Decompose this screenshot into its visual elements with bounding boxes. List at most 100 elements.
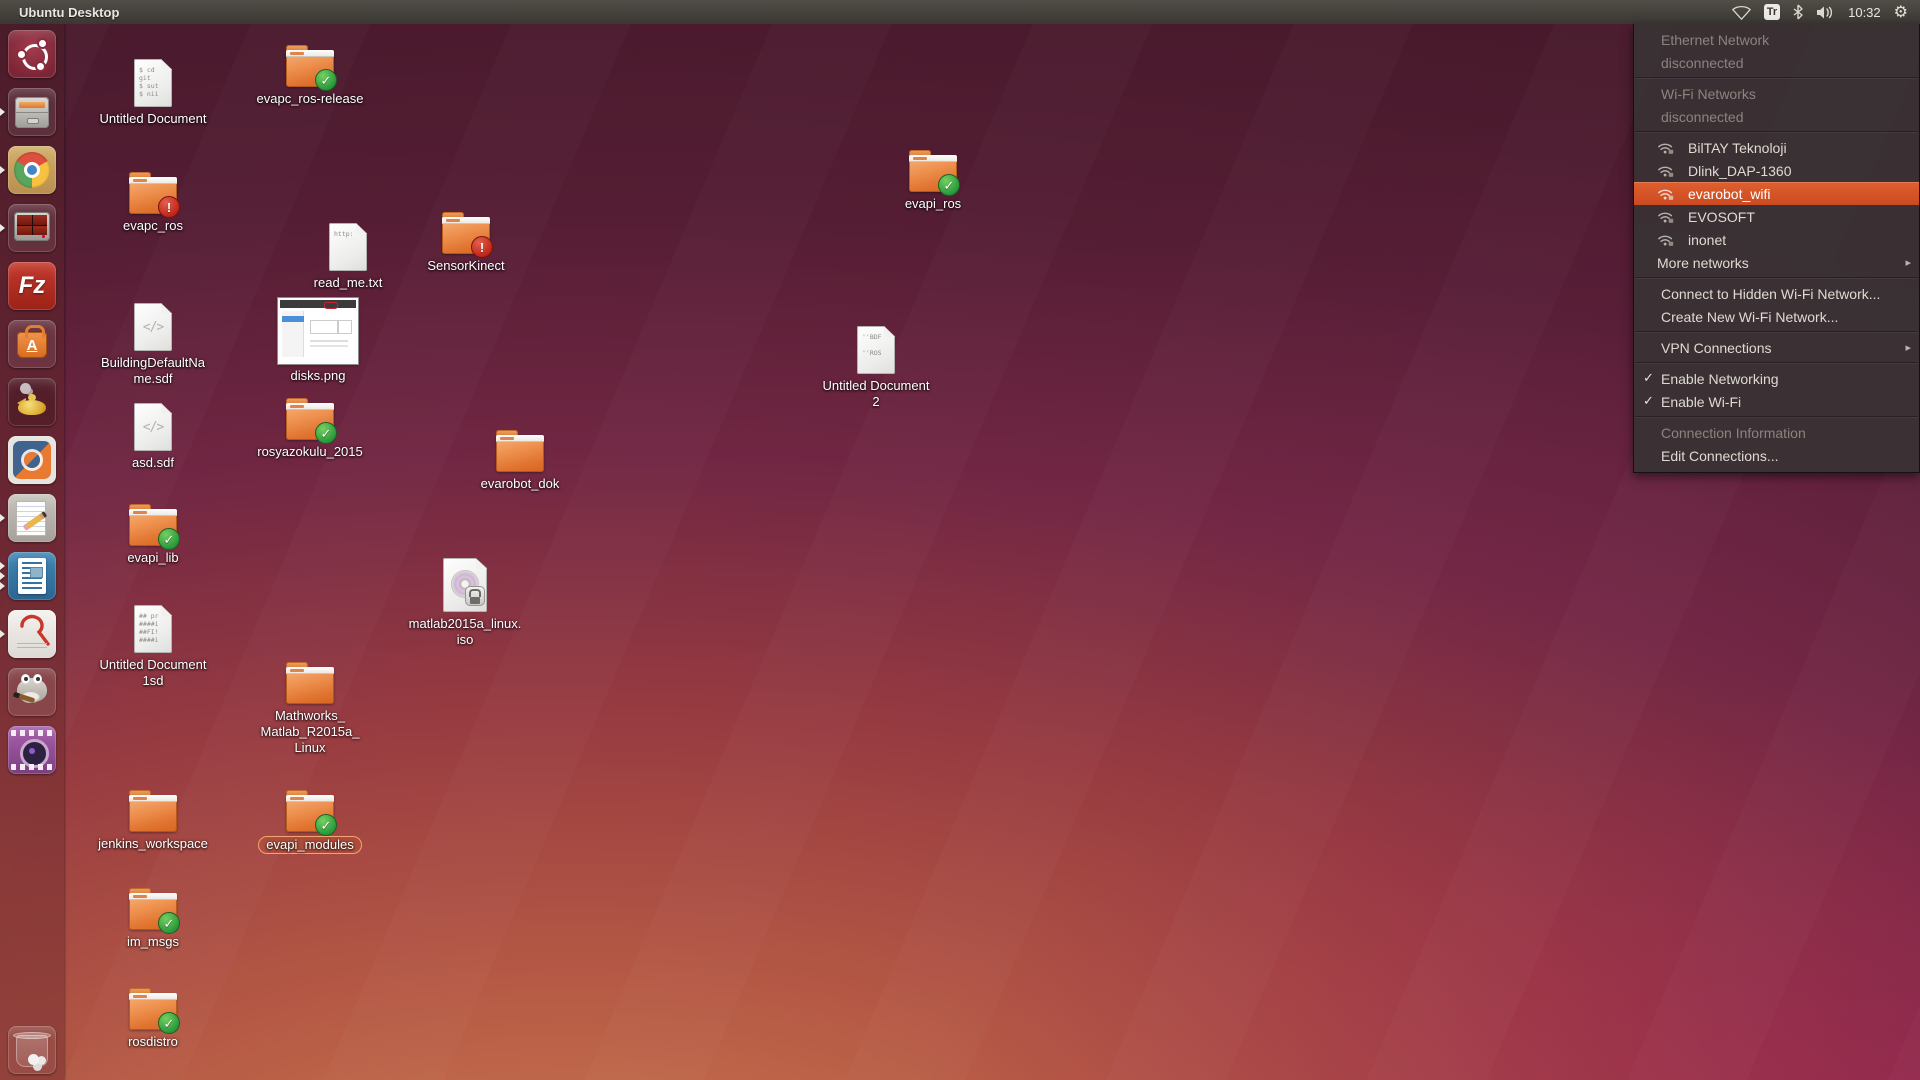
desktop-icon-evapc-ros[interactable]: ! evapc_ros — [78, 170, 228, 234]
submenu-arrow-icon: ▸ — [1905, 341, 1911, 354]
desktop-icon-rosdistro[interactable]: ✓ rosdistro — [78, 986, 228, 1050]
menu-item-wifi-status: disconnected — [1634, 105, 1919, 128]
text-file-icon: http: — [329, 223, 367, 271]
check-badge-icon: ✓ — [158, 912, 180, 934]
menu-item-create-new[interactable]: Create New Wi-Fi Network... — [1634, 305, 1919, 328]
desktop-icon-asd-sdf[interactable]: </> asd.sdf — [78, 400, 228, 471]
folder-icon: ! — [442, 217, 490, 254]
menu-separator — [1634, 74, 1919, 82]
menu-separator — [1634, 274, 1919, 282]
menu-item-ethernet-status: disconnected — [1634, 51, 1919, 74]
menu-item-edit-connections[interactable]: Edit Connections... — [1634, 444, 1919, 467]
menu-item-network-evarobot-wifi[interactable]: evarobot_wifi — [1634, 182, 1919, 205]
clock[interactable]: 10:32 — [1848, 5, 1881, 20]
unity-launcher: Fz A — [0, 24, 64, 1080]
desktop-icon-matlab2015a-linux-iso[interactable]: matlab2015a_linux. iso — [390, 556, 540, 648]
software-center-bag-icon: A — [17, 332, 47, 358]
desktop-icon-sensorkinect[interactable]: ! SensorKinect — [391, 210, 541, 274]
desktop-icon-evapi-lib[interactable]: ✓ evapi_lib — [78, 502, 228, 566]
menu-item-connection-information: Connection Information — [1634, 421, 1919, 444]
launcher-terminal[interactable] — [8, 204, 56, 252]
menu-separator — [1634, 413, 1919, 421]
menu-item-wifi-header: Wi-Fi Networks — [1634, 82, 1919, 105]
menu-item-connect-hidden[interactable]: Connect to Hidden Wi-Fi Network... — [1634, 282, 1919, 305]
launcher-filezilla[interactable]: Fz — [8, 262, 56, 310]
desktop-icon-evarobot-dok[interactable]: evarobot_dok — [445, 428, 595, 492]
launcher-libreoffice-writer[interactable] — [8, 552, 56, 600]
desktop-icon-disks-png[interactable]: disks.png — [243, 298, 393, 384]
wifi-signal-icon — [1657, 141, 1675, 155]
desktop-icon-buildingdefaultname-sdf[interactable]: </> BuildingDefaultNa me.sdf — [78, 300, 228, 387]
check-badge-icon: ✓ — [315, 69, 337, 91]
check-badge-icon: ✓ — [158, 528, 180, 550]
folder-icon: ✓ — [286, 403, 334, 440]
launcher-files[interactable] — [8, 88, 56, 136]
system-tray: Tr 10:32 ⚙ — [1732, 0, 1920, 24]
launcher-trash[interactable] — [8, 1026, 56, 1074]
desktop-icon-mathworks-matlab-folder[interactable]: Mathworks_ Matlab_R2015a_ Linux — [235, 660, 385, 756]
launcher-gimp[interactable] — [8, 668, 56, 716]
menu-item-ethernet-header: Ethernet Network — [1634, 28, 1919, 51]
menu-item-enable-networking[interactable]: ✓ Enable Networking — [1634, 367, 1919, 390]
folder-icon — [286, 667, 334, 704]
desktop-icon-jenkins-workspace[interactable]: jenkins_workspace — [78, 788, 228, 852]
desktop-icon-untitled-document[interactable]: $ cd git $ sut $ nii Untitled Document — [78, 56, 228, 127]
desktop-icon-im-msgs[interactable]: ✓ im_msgs — [78, 886, 228, 950]
folder-icon: ✓ — [909, 155, 957, 192]
launcher-genie-lamp-app[interactable] — [8, 378, 56, 426]
image-thumbnail-icon — [278, 298, 358, 364]
launcher-ubuntu-dash[interactable] — [8, 30, 56, 78]
menu-item-network-biltay[interactable]: BilTAY Teknoloji — [1634, 136, 1919, 159]
menu-item-more-networks[interactable]: More networks ▸ — [1634, 251, 1919, 274]
desktop-icon-untitled-document-1sd[interactable]: ## pr ####i ##FI! ####i Untitled Documen… — [78, 602, 228, 689]
folder-icon: ✓ — [129, 993, 177, 1030]
folder-icon: ✓ — [286, 795, 334, 832]
launcher-text-editor[interactable] — [8, 494, 56, 542]
checkmark-icon: ✓ — [1643, 393, 1654, 409]
text-file-icon: ## pr ####i ##FI! ####i — [134, 605, 172, 653]
launcher-software-center[interactable]: A — [8, 320, 56, 368]
file-cabinet-icon — [15, 97, 49, 128]
desktop-icon-evapi-modules[interactable]: ✓ evapi_modules — [235, 788, 385, 854]
desktop-icon-evapc-ros-release[interactable]: ✓ evapc_ros-release — [235, 43, 385, 107]
volume-icon[interactable] — [1816, 5, 1835, 20]
submenu-arrow-icon: ▸ — [1905, 256, 1911, 269]
wifi-signal-icon — [1657, 210, 1675, 224]
folder-icon: ✓ — [286, 50, 334, 87]
folder-icon: ! — [129, 177, 177, 214]
markup-file-icon: </> — [134, 403, 172, 451]
wifi-signal-icon — [1657, 187, 1675, 201]
menu-separator — [1634, 359, 1919, 367]
top-panel: Ubuntu Desktop Tr 10:32 ⚙ — [0, 0, 1920, 24]
keyboard-layout-indicator[interactable]: Tr — [1764, 4, 1780, 20]
network-indicator-menu: Ethernet Network disconnected Wi-Fi Netw… — [1633, 24, 1920, 473]
swirl-icon — [13, 441, 51, 479]
text-file-icon: $ cd git $ sut $ nii — [134, 59, 172, 107]
launcher-swirl-app[interactable] — [8, 436, 56, 484]
session-gear-icon[interactable]: ⚙ — [1894, 4, 1908, 20]
launcher-video-editor[interactable] — [8, 726, 56, 774]
desktop-icon-evapi-ros[interactable]: ✓ evapi_ros — [858, 148, 1008, 212]
wifi-signal-icon — [1657, 233, 1675, 247]
ubuntu-desktop-screen: { "panel": { "title": "Ubuntu Desktop", … — [0, 0, 1920, 1080]
menu-item-vpn-connections[interactable]: VPN Connections ▸ — [1634, 336, 1919, 359]
alert-badge-icon: ! — [158, 196, 180, 218]
folder-icon: ✓ — [129, 893, 177, 930]
menu-item-enable-wifi[interactable]: ✓ Enable Wi-Fi — [1634, 390, 1919, 413]
launcher-document-viewer[interactable] — [8, 610, 56, 658]
desktop-icon-untitled-document-2[interactable]: ''BDF ''ROS Untitled Document 2 — [801, 323, 951, 410]
menu-item-network-inonet[interactable]: inonet — [1634, 228, 1919, 251]
network-wifi-icon[interactable] — [1732, 5, 1751, 20]
check-badge-icon: ✓ — [315, 422, 337, 444]
writer-document-icon — [18, 558, 46, 594]
check-badge-icon: ✓ — [158, 1012, 180, 1034]
launcher-google-chrome[interactable] — [8, 146, 56, 194]
bluetooth-icon[interactable] — [1793, 4, 1803, 20]
menu-item-network-dlink[interactable]: Dlink_DAP-1360 — [1634, 159, 1919, 182]
terminal-icon — [14, 212, 50, 241]
selected-icon-label: evapi_modules — [258, 836, 361, 854]
video-editor-icon — [11, 730, 53, 736]
menu-item-network-evosoft[interactable]: EVOSOFT — [1634, 205, 1919, 228]
menu-separator — [1634, 128, 1919, 136]
desktop-icon-rosyazokulu-2015[interactable]: ✓ rosyazokulu_2015 — [235, 396, 385, 460]
